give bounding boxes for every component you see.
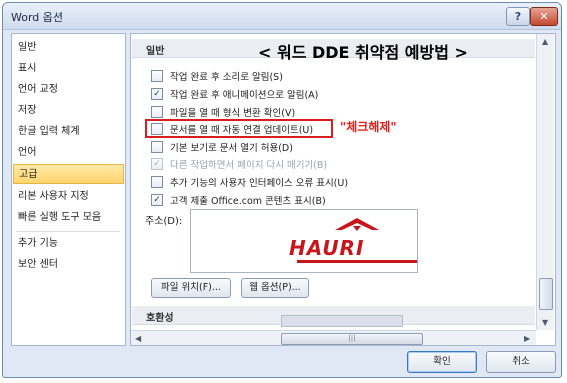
sidebar-item-proofing[interactable]: 언어 교정 — [18, 80, 118, 100]
sidebar-item-advanced[interactable]: 고급 — [13, 164, 124, 184]
checkmark-icon[interactable]: ✓ — [151, 194, 163, 206]
sidebar-item-add-ins[interactable]: 추가 기능 — [18, 234, 118, 254]
options-content-pane: 일반 작업 완료 후 소리로 알림(S) ✓ 작업 완료 후 애니메이션으로 알… — [130, 33, 556, 346]
sidebar-item-trust-center[interactable]: 보안 센터 — [18, 255, 118, 275]
sidebar-item-display[interactable]: 표시 — [18, 59, 118, 79]
sidebar-item-quick-access-toolbar[interactable]: 빠른 실행 도구 모음 — [18, 208, 118, 228]
options-sidebar: 일반 표시 언어 교정 저장 한글 입력 체계 언어 고급 리본 사용자 지정 … — [11, 33, 126, 346]
section-title-compat: 호환성 — [146, 313, 174, 324]
option-animation-feedback[interactable]: ✓ 작업 완료 후 애니메이션으로 알림(A) — [151, 87, 318, 101]
checkmark-icon: ✓ — [151, 158, 163, 170]
scroll-down-icon[interactable]: ▼ — [542, 318, 548, 327]
option-background-repagination: ✓ 다른 작업하면서 페이지 다시 매기기(B) — [151, 157, 327, 171]
sidebar-item-general[interactable]: 일반 — [18, 38, 118, 58]
hauri-logo: HAURI — [277, 216, 437, 266]
option-label: 기본 보기로 문서 열기 허용(D) — [170, 143, 293, 154]
address-label: 주소(D): — [145, 216, 183, 227]
help-icon[interactable]: ? — [506, 7, 530, 26]
file-locations-button[interactable]: 파일 위치(F)... — [151, 278, 231, 298]
option-show-addin-errors[interactable]: 추가 기능의 사용자 인터페이스 오류 표시(U) — [151, 175, 348, 189]
vertical-scrollbar[interactable]: ▲ ▼ — [536, 34, 554, 330]
option-sound-feedback[interactable]: 작업 완료 후 소리로 알림(S) — [151, 69, 283, 83]
option-label: 작업 완료 후 애니메이션으로 알림(A) — [170, 90, 319, 101]
scroll-up-icon[interactable]: ▲ — [542, 37, 548, 46]
horizontal-scroll-thumb[interactable]: ||| — [281, 333, 423, 345]
scroll-left-icon[interactable]: ◀ — [135, 334, 141, 343]
option-label: 추가 기능의 사용자 인터페이스 오류 표시(U) — [170, 178, 349, 189]
sidebar-item-customize-ribbon[interactable]: 리본 사용자 지정 — [18, 187, 118, 207]
option-label: 파일을 열 때 형식 변환 확인(V) — [170, 108, 296, 119]
logo-text: HAURI — [289, 236, 365, 260]
window-title: Word 옵션 — [11, 11, 64, 24]
highlight-box — [145, 119, 333, 138]
address-box[interactable]: HAURI — [190, 209, 418, 273]
annotation-title: < 워드 DDE 취약점 예방법 > — [258, 43, 468, 62]
option-label: 다른 작업하면서 페이지 다시 매기기(B) — [170, 160, 328, 171]
sidebar-item-language[interactable]: 언어 — [18, 143, 118, 163]
option-label: 고객 제출 Office.com 콘텐츠 표시(B) — [170, 196, 326, 207]
sidebar-item-save[interactable]: 저장 — [18, 101, 118, 121]
vertical-scroll-thumb[interactable] — [539, 278, 553, 310]
cancel-button[interactable]: 취소 — [486, 351, 556, 373]
option-confirm-conversion[interactable]: 파일을 열 때 형식 변환 확인(V) — [151, 105, 295, 119]
option-allow-draft-view[interactable]: 기본 보기로 문서 열기 허용(D) — [151, 140, 293, 154]
sidebar-item-korean-input[interactable]: 한글 입력 체계 — [18, 122, 118, 142]
checkbox-sound-feedback[interactable] — [151, 70, 163, 82]
sidebar-divider — [16, 231, 120, 232]
option-show-office-content[interactable]: ✓ 고객 제출 Office.com 콘텐츠 표시(B) — [151, 193, 326, 207]
checkbox-show-addin-errors[interactable] — [151, 176, 163, 188]
option-label: 작업 완료 후 소리로 알림(S) — [170, 72, 283, 83]
compat-dropdown[interactable] — [281, 315, 403, 327]
ok-button[interactable]: 확인 — [407, 351, 477, 373]
checkbox-allow-draft-view[interactable] — [151, 141, 163, 153]
section-title-general: 일반 — [146, 46, 165, 57]
web-options-button[interactable]: 웹 옵션(P)... — [241, 278, 309, 298]
horizontal-scrollbar[interactable]: ◀ ||| ▶ — [131, 330, 536, 345]
close-icon[interactable]: ✕ — [530, 7, 558, 26]
annotation-note: "체크해제" — [340, 120, 397, 134]
checkbox-confirm-conversion[interactable] — [151, 106, 163, 118]
word-options-dialog: Word 옵션 ? ✕ 일반 표시 언어 교정 저장 한글 입력 체계 언어 고… — [2, 2, 562, 378]
checkmark-icon[interactable]: ✓ — [151, 88, 163, 100]
scroll-right-icon[interactable]: ▶ — [524, 334, 530, 343]
title-bar: Word 옵션 ? ✕ — [3, 3, 561, 30]
